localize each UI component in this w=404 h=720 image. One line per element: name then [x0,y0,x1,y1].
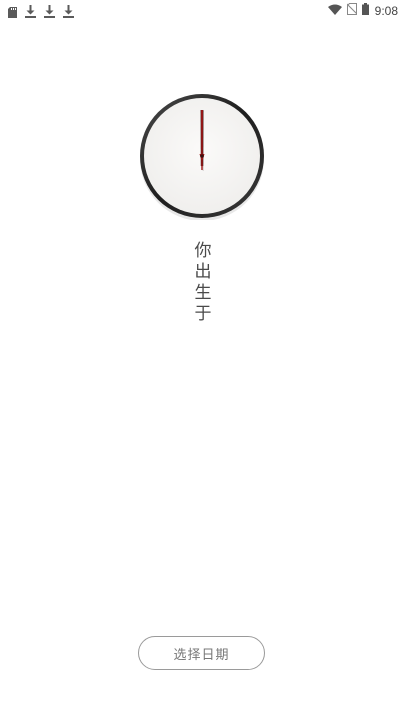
system-status-icons: 9:08 [327,3,398,18]
born-on-headline: 你 出 生 于 [191,241,215,325]
headline-char: 出 [194,262,212,282]
select-date-button[interactable]: 选择日期 [138,636,265,670]
headline-char: 于 [194,304,212,324]
notification-icons [8,3,74,22]
headline-char: 生 [194,283,212,303]
status-time: 9:08 [374,3,398,18]
no-sim-icon [346,3,357,18]
clock [138,92,266,220]
wifi-icon [327,4,342,18]
sd-card-icon [8,3,17,22]
download-icon [44,3,55,22]
headline-char: 你 [194,241,212,261]
download-icon [63,3,74,22]
select-date-label: 选择日期 [173,647,230,663]
status-bar: 9:08 [0,0,404,22]
battery-icon [361,3,369,18]
clock-center-pin [200,154,204,158]
download-icon [25,3,36,22]
